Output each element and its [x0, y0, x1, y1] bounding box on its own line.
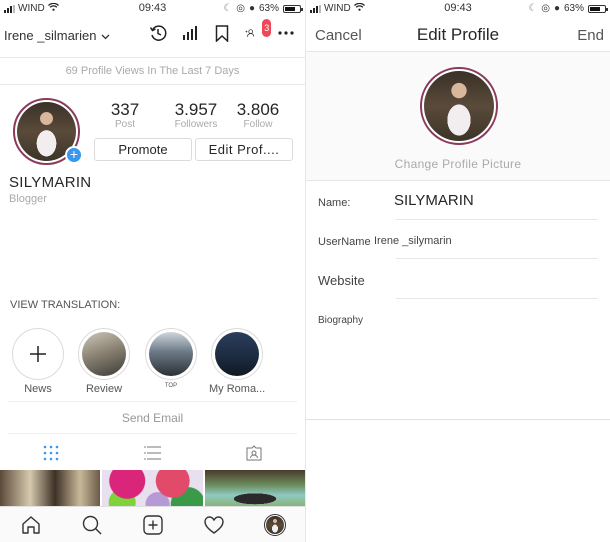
home-icon[interactable]	[19, 513, 43, 537]
post-thumbnail[interactable]	[0, 470, 101, 506]
stat-value: 3.806	[236, 100, 280, 119]
bottom-nav	[0, 506, 305, 542]
stat-following[interactable]: 3.806 Follow	[228, 100, 288, 130]
field-label: Biography	[318, 315, 364, 326]
tagged-icon	[246, 445, 262, 461]
alarm-icon: ●	[248, 3, 255, 14]
change-profile-picture-link[interactable]: Change Profile Picture	[306, 157, 610, 171]
lock-rotation-icon: ◎	[541, 3, 550, 14]
edit-profile-header: Cancel Edit Profile End	[306, 20, 610, 52]
battery-icon	[588, 4, 608, 13]
stat-label: Follow	[243, 119, 273, 130]
highlight-my-romance[interactable]: My Roma...	[209, 328, 265, 395]
profile-views-banner[interactable]: 69 Profile Views In The Last 7 Days	[0, 57, 305, 85]
stat-value: 337	[110, 100, 140, 119]
done-button[interactable]: End	[577, 27, 604, 44]
search-icon[interactable]	[80, 513, 104, 537]
grid-icon	[43, 445, 59, 461]
status-bar: WIND 09:43 ☾ ◎ ● 63%	[0, 0, 305, 17]
list-tab[interactable]	[102, 438, 204, 468]
moon-icon: ☾	[223, 3, 233, 14]
more-icon[interactable]	[277, 24, 295, 42]
profile-photo	[424, 71, 494, 141]
post-thumbnail[interactable]	[102, 470, 203, 506]
field-label: Website	[318, 273, 365, 288]
edit-profile-avatar[interactable]	[420, 67, 498, 145]
highlight-caption: News	[24, 383, 52, 395]
notification-badge: 3	[262, 19, 271, 37]
account-switcher[interactable]: Irene _silmarien	[4, 28, 110, 43]
highlight-caption: TOP	[164, 383, 178, 389]
status-bar: WIND 09:43 ☾ ◎ ● 63%	[306, 0, 610, 17]
edit-profile-screen: WIND 09:43 ☾ ◎ ● 63% Cancel Edit Profile…	[305, 0, 610, 542]
alarm-icon: ●	[553, 3, 560, 14]
post-thumbnail[interactable]	[204, 470, 305, 506]
promote-button[interactable]: Promote	[94, 138, 192, 161]
battery-percent: 63%	[258, 3, 279, 14]
profile-category: Blogger	[9, 193, 47, 205]
stat-posts[interactable]: 337 Post	[104, 100, 146, 130]
grid-tab[interactable]	[0, 438, 102, 468]
stat-label: Followers	[174, 119, 218, 130]
highlight-caption: Review	[85, 383, 123, 395]
highlight-caption: My Roma...	[209, 383, 266, 395]
status-right: ☾ ◎ ● 63%	[223, 3, 303, 14]
post-grid	[0, 470, 305, 506]
profile-tab[interactable]	[263, 513, 287, 537]
username-label: Irene _silmarien	[4, 28, 97, 43]
bookmark-icon[interactable]	[213, 24, 231, 42]
highlight-thumbnail	[82, 332, 126, 376]
heart-icon[interactable]	[202, 513, 226, 537]
stat-value: 3.957	[174, 100, 218, 119]
edit-profile-button[interactable]: Edit Prof....	[195, 138, 293, 161]
profile-avatar-icon	[263, 513, 286, 536]
send-email-button[interactable]: Send Email	[8, 401, 297, 434]
battery-icon	[283, 4, 303, 13]
lock-rotation-icon: ◎	[236, 3, 245, 14]
section-divider	[306, 419, 610, 420]
display-name: SILYMARIN	[9, 174, 92, 191]
battery-percent: 63%	[563, 3, 584, 14]
page-title: Edit Profile	[416, 25, 500, 44]
status-right: ☾ ◎ ● 63%	[528, 3, 608, 14]
field-label: Name:	[318, 197, 351, 209]
add-story-icon[interactable]: +	[65, 146, 83, 164]
discover-people-icon[interactable]: 3	[245, 19, 271, 42]
moon-icon: ☾	[528, 3, 538, 14]
profile-tabs	[0, 438, 305, 468]
history-icon[interactable]	[149, 24, 167, 42]
highlight-thumbnail	[215, 332, 259, 376]
profile-picture-section: Change Profile Picture	[306, 52, 610, 181]
view-translation-link[interactable]: VIEW TRANSLATION:	[10, 299, 120, 311]
profile-header: Irene _silmarien 3	[0, 19, 305, 50]
name-input[interactable]: SILYMARIN	[394, 192, 474, 209]
chevron-down-icon	[101, 28, 110, 43]
username-input[interactable]: Irene _silymarin	[374, 235, 452, 247]
name-field[interactable]: Name: SILYMARIN	[306, 190, 610, 220]
stat-followers[interactable]: 3.957 Followers	[168, 100, 224, 130]
highlight-new[interactable]: News	[10, 328, 66, 395]
add-post-icon[interactable]	[141, 513, 165, 537]
highlight-review[interactable]: Review	[76, 328, 132, 395]
highlight-top[interactable]: TOP	[143, 328, 199, 389]
profile-screen: WIND 09:43 ☾ ◎ ● 63% Irene _silmarien 3 …	[0, 0, 305, 542]
website-field[interactable]: Website	[306, 268, 610, 300]
new-highlight-circle	[12, 328, 64, 380]
username-field[interactable]: UserName Irene _silymarin	[306, 230, 610, 260]
list-icon	[143, 446, 161, 460]
tagged-tab[interactable]	[203, 438, 305, 468]
insights-icon[interactable]	[181, 24, 199, 42]
biography-field[interactable]: Biography	[306, 312, 610, 342]
plus-icon	[30, 346, 46, 362]
field-label: UserName	[318, 236, 371, 248]
stat-label: Post	[114, 119, 135, 130]
highlight-thumbnail	[149, 332, 193, 376]
